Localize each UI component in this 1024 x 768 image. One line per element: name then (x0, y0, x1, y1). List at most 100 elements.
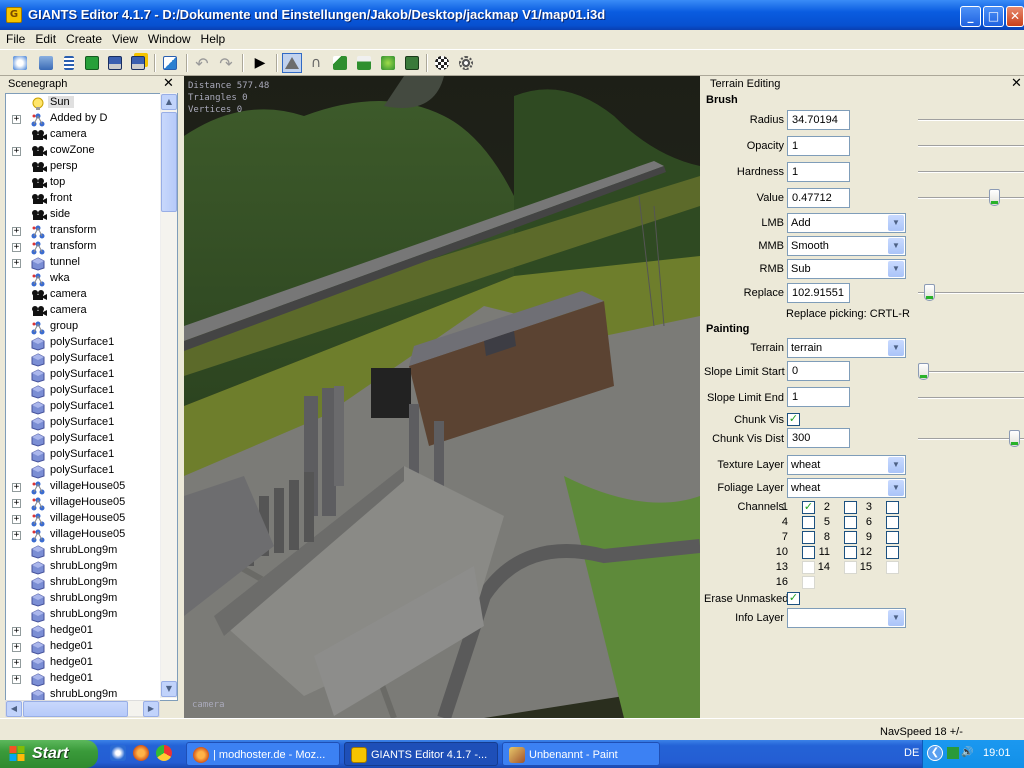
network-icon[interactable] (947, 747, 959, 759)
chevron-down-icon[interactable]: ▼ (888, 238, 904, 254)
tree-item[interactable]: group (6, 319, 166, 335)
tree-item[interactable]: camera (6, 287, 166, 303)
tree-item[interactable]: + villageHouse05 (6, 511, 166, 527)
slope-end-field[interactable]: 1 (787, 387, 850, 407)
channel-checkbox[interactable] (886, 501, 899, 514)
channel-checkbox[interactable] (886, 531, 899, 544)
tree-item[interactable]: top (6, 175, 166, 191)
chunk-vis-checkbox[interactable]: ✓ (787, 413, 800, 426)
close-window-button[interactable]: ✕ (1006, 6, 1024, 27)
tree-item[interactable]: shrubLong9m (6, 575, 166, 591)
opacity-field[interactable]: 1 (787, 136, 850, 156)
scroll-down-icon[interactable]: ▼ (161, 681, 177, 697)
tree-item[interactable]: + Added by D (6, 111, 166, 127)
tree-item[interactable]: polySurface1 (6, 351, 166, 367)
title-bar[interactable]: G GIANTS Editor 4.1.7 - D:/Dokumente und… (0, 0, 1024, 30)
scroll-left-icon[interactable]: ◀ (6, 701, 22, 717)
value-slider[interactable] (918, 189, 1024, 206)
slope-start-slider[interactable] (918, 363, 1024, 380)
tree-item[interactable]: shrubLong9m (6, 559, 166, 575)
info-layer-dropdown[interactable]: ▼ (787, 608, 906, 628)
tree-item[interactable]: polySurface1 (6, 431, 166, 447)
tree-item[interactable]: wka (6, 271, 166, 287)
tree-item[interactable]: + tunnel (6, 255, 166, 271)
tree-item[interactable]: + hedge01 (6, 671, 166, 687)
replace-field[interactable]: 102.91551 (787, 283, 850, 303)
chunk-vis-dist-slider[interactable] (918, 430, 1024, 447)
expand-icon[interactable]: + (12, 515, 21, 524)
tree-item[interactable]: + hedge01 (6, 623, 166, 639)
task-giants-editor[interactable]: GIANTS Editor 4.1.7 -... (344, 742, 498, 766)
hardness-slider[interactable] (918, 171, 1024, 173)
tree-item[interactable]: + hedge01 (6, 655, 166, 671)
home-icon[interactable] (282, 53, 302, 73)
tree-item[interactable]: shrubLong9m (6, 607, 166, 623)
expand-icon[interactable]: + (12, 147, 21, 156)
tree-item[interactable]: + transform (6, 223, 166, 239)
tree-item[interactable]: + cowZone (6, 143, 166, 159)
tree-item[interactable]: side (6, 207, 166, 223)
chevron-down-icon[interactable]: ▼ (888, 261, 904, 277)
tree-item[interactable]: + villageHouse05 (6, 527, 166, 543)
scenegraph-horizontal-scrollbar[interactable]: ◀ ▶ (5, 700, 160, 717)
expand-icon[interactable]: + (12, 243, 21, 252)
channel-checkbox[interactable] (886, 561, 899, 574)
chrome-quicklaunch-icon[interactable] (156, 745, 172, 761)
chevron-down-icon[interactable]: ▼ (888, 340, 904, 356)
undo-icon[interactable]: ↶ (192, 53, 212, 73)
texture-icon[interactable] (402, 53, 422, 73)
menu-file[interactable]: File (0, 30, 29, 46)
opacity-slider[interactable] (918, 145, 1024, 147)
menu-edit[interactable]: Edit (29, 30, 60, 46)
tree-item[interactable]: shrubLong9m (6, 543, 166, 559)
tree-item[interactable]: polySurface1 (6, 367, 166, 383)
radius-slider[interactable] (918, 119, 1024, 121)
tree-item[interactable]: polySurface1 (6, 447, 166, 463)
terrain-paint-icon[interactable] (354, 53, 374, 73)
menu-help[interactable]: Help (195, 30, 230, 46)
scenegraph-close-icon[interactable]: ✕ (163, 76, 174, 91)
chevron-down-icon[interactable]: ▼ (888, 480, 904, 496)
firefox-quicklaunch-icon[interactable] (133, 745, 149, 761)
chunk-vis-dist-slider-thumb[interactable] (1009, 430, 1020, 447)
start-button[interactable]: Start (0, 740, 98, 768)
tray-expand-icon[interactable]: ❮ (927, 745, 943, 761)
expand-icon[interactable]: + (12, 531, 21, 540)
minimize-button[interactable]: _ (960, 6, 981, 27)
tree-item[interactable]: + villageHouse05 (6, 479, 166, 495)
tree-item[interactable]: shrubLong9m (6, 687, 166, 700)
hscroll-thumb[interactable] (23, 701, 128, 717)
tree-item[interactable]: + hedge01 (6, 639, 166, 655)
import-icon[interactable] (160, 53, 180, 73)
lmb-dropdown[interactable]: Add ▼ (787, 213, 906, 233)
tree-item[interactable]: polySurface1 (6, 399, 166, 415)
save-icon[interactable] (105, 53, 125, 73)
slope-start-field[interactable]: 0 (787, 361, 850, 381)
hardness-field[interactable]: 1 (787, 162, 850, 182)
tree-item[interactable]: + villageHouse05 (6, 495, 166, 511)
channel-checkbox[interactable] (886, 546, 899, 559)
redo-icon[interactable]: ↷ (216, 53, 236, 73)
tree-item[interactable]: shrubLong9m (6, 591, 166, 607)
menu-window[interactable]: Window (142, 30, 195, 46)
refresh-icon[interactable] (82, 53, 102, 73)
maximize-button[interactable]: □ (983, 6, 1004, 27)
tree-item[interactable]: polySurface1 (6, 335, 166, 351)
checker-icon[interactable] (432, 53, 452, 73)
scenegraph-vertical-scrollbar[interactable]: ▲ ▼ (160, 93, 177, 698)
expand-icon[interactable]: + (12, 227, 21, 236)
value-slider-thumb[interactable] (989, 189, 1000, 206)
magnet-icon[interactable]: ∩ (306, 53, 326, 73)
3d-viewport[interactable]: Distance 577.48 Triangles 0 Vertices 0 c… (184, 76, 700, 718)
clock[interactable]: 19:01 (983, 747, 1011, 759)
scroll-right-icon[interactable]: ▶ (143, 701, 159, 717)
foliage-layer-dropdown[interactable]: wheat ▼ (787, 478, 906, 498)
chevron-down-icon[interactable]: ▼ (888, 457, 904, 473)
show-desktop-icon[interactable] (110, 745, 126, 761)
chunk-vis-dist-field[interactable]: 300 (787, 428, 850, 448)
chevron-down-icon[interactable]: ▼ (888, 215, 904, 231)
terrain-sculpt-icon[interactable] (330, 53, 350, 73)
expand-icon[interactable]: + (12, 115, 21, 124)
expand-icon[interactable]: + (12, 643, 21, 652)
expand-icon[interactable]: + (12, 659, 21, 668)
